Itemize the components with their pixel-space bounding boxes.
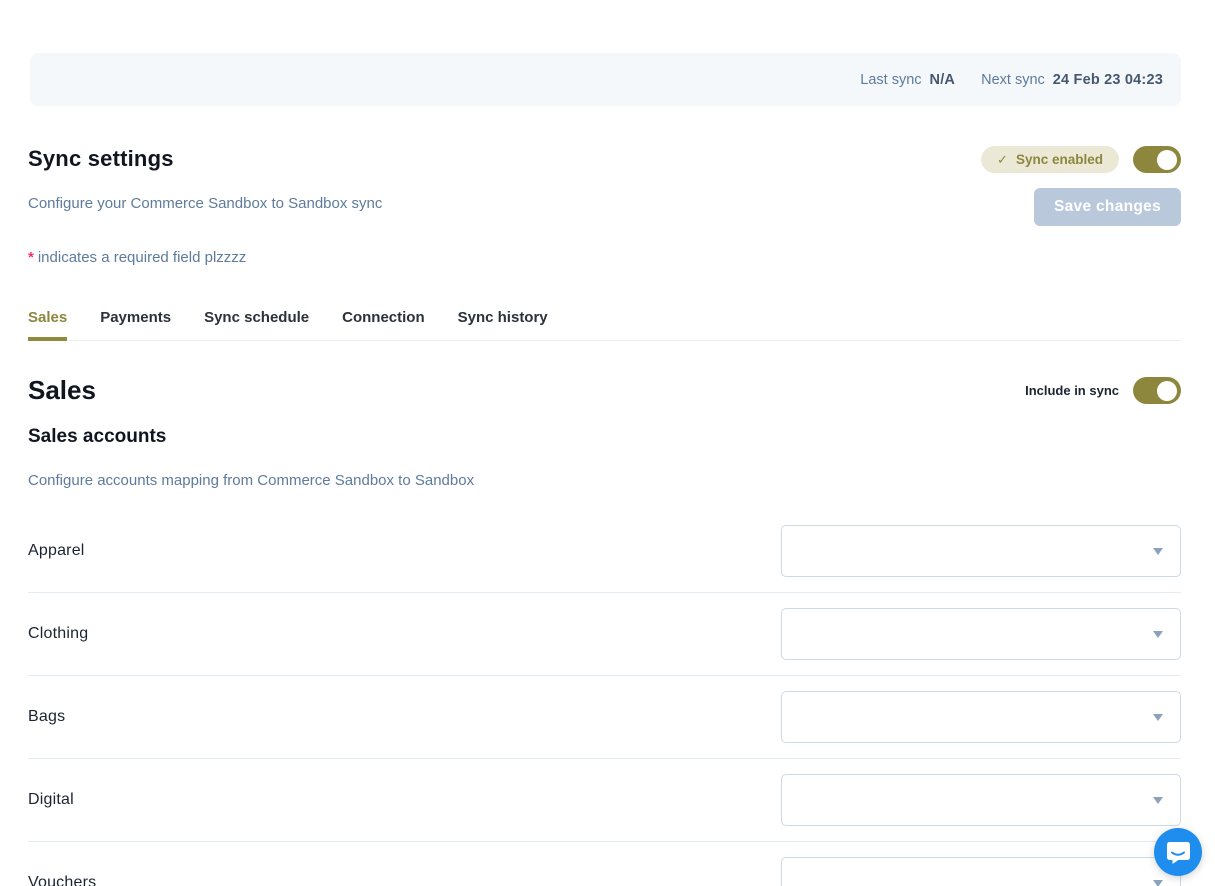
account-select-apparel[interactable] xyxy=(781,525,1181,577)
chevron-down-icon xyxy=(1153,631,1163,638)
sync-status-bar: Last sync N/A Next sync 24 Feb 23 04:23 xyxy=(30,53,1181,106)
include-in-sync-toggle[interactable] xyxy=(1133,377,1181,404)
last-sync-label: Last sync xyxy=(860,72,921,88)
chat-launcher-button[interactable] xyxy=(1154,828,1202,876)
chevron-down-icon xyxy=(1153,714,1163,721)
mapping-row-clothing: Clothing xyxy=(28,593,1181,676)
next-sync-stat: Next sync 24 Feb 23 04:23 xyxy=(981,72,1163,88)
include-in-sync-label: Include in sync xyxy=(1025,383,1119,398)
tab-sync-history[interactable]: Sync history xyxy=(458,309,548,340)
mapping-row-vouchers: Vouchers xyxy=(28,842,1181,886)
sync-enabled-badge: ✓ Sync enabled xyxy=(981,146,1119,173)
settings-tabs: Sales Payments Sync schedule Connection … xyxy=(28,309,1181,341)
page-header-left: Sync settings Configure your Commerce Sa… xyxy=(28,146,382,266)
mapping-row-apparel: Apparel xyxy=(28,510,1181,593)
page-title: Sync settings xyxy=(28,146,382,172)
mapping-row-label: Digital xyxy=(28,791,74,809)
account-select-bags[interactable] xyxy=(781,691,1181,743)
page-subtitle: Configure your Commerce Sandbox to Sandb… xyxy=(28,195,382,212)
account-select-vouchers[interactable] xyxy=(781,857,1181,886)
sales-section-title: Sales xyxy=(28,375,96,406)
tab-payments[interactable]: Payments xyxy=(100,309,171,340)
account-select-digital[interactable] xyxy=(781,774,1181,826)
tab-sync-schedule[interactable]: Sync schedule xyxy=(204,309,309,340)
mapping-row-label: Clothing xyxy=(28,625,88,643)
next-sync-label: Next sync xyxy=(981,72,1045,88)
last-sync-value: N/A xyxy=(930,72,956,88)
mapping-row-bags: Bags xyxy=(28,676,1181,759)
account-mapping-list: Apparel Clothing Bags Digital xyxy=(28,510,1181,886)
sales-accounts-subtitle: Configure accounts mapping from Commerce… xyxy=(28,472,1181,489)
toggle-knob xyxy=(1157,381,1177,401)
chevron-down-icon xyxy=(1153,797,1163,804)
mapping-row-label: Bags xyxy=(28,708,65,726)
required-field-note: *indicates a required field plzzzz xyxy=(28,249,382,266)
sync-enable-row: ✓ Sync enabled xyxy=(981,146,1181,173)
save-changes-button[interactable]: Save changes xyxy=(1034,188,1181,226)
include-in-sync-row: Include in sync xyxy=(1025,377,1181,404)
mapping-row-label: Apparel xyxy=(28,542,85,560)
required-asterisk: * xyxy=(28,249,34,266)
page-header-right: ✓ Sync enabled Save changes xyxy=(981,146,1181,226)
chevron-down-icon xyxy=(1153,548,1163,555)
account-select-clothing[interactable] xyxy=(781,608,1181,660)
tab-connection[interactable]: Connection xyxy=(342,309,425,340)
next-sync-value: 24 Feb 23 04:23 xyxy=(1053,72,1163,88)
sync-enabled-toggle[interactable] xyxy=(1133,146,1181,173)
check-icon: ✓ xyxy=(997,152,1008,168)
sales-accounts-title: Sales accounts xyxy=(28,426,1181,448)
mapping-row-digital: Digital xyxy=(28,759,1181,842)
mapping-row-label: Vouchers xyxy=(28,874,96,886)
tab-sales[interactable]: Sales xyxy=(28,309,67,340)
required-note-text: indicates a required field plzzzz xyxy=(38,249,246,266)
toggle-knob xyxy=(1157,150,1177,170)
chat-bubble-icon xyxy=(1165,839,1191,865)
sync-enabled-badge-label: Sync enabled xyxy=(1016,152,1103,167)
chevron-down-icon xyxy=(1153,880,1163,886)
page-header: Sync settings Configure your Commerce Sa… xyxy=(28,146,1181,266)
last-sync-stat: Last sync N/A xyxy=(860,72,955,88)
sync-settings-page: Last sync N/A Next sync 24 Feb 23 04:23 … xyxy=(0,53,1215,886)
sales-section-header: Sales Include in sync xyxy=(28,375,1181,406)
